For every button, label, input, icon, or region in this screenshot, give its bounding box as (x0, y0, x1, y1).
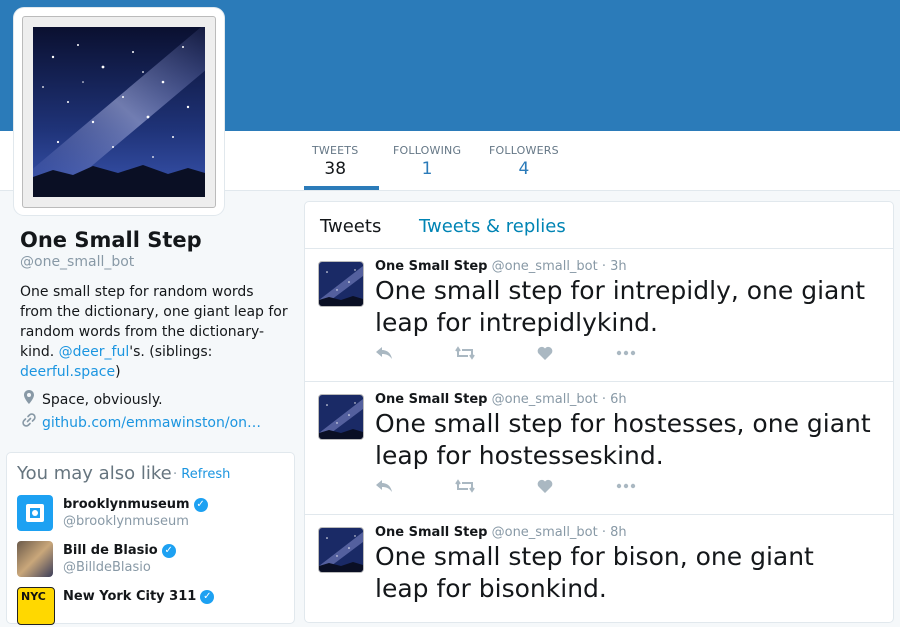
tweet-avatar[interactable] (318, 261, 364, 307)
stat-followers-label: FOLLOWERS (489, 144, 559, 157)
suggestion-item[interactable]: NYC New York City 311 ✓ (17, 587, 287, 627)
heart-icon[interactable] (537, 345, 553, 364)
tweet-author-handle[interactable]: @one_small_bot (492, 259, 598, 274)
profile-website: github.com/emmawinston/on… (22, 413, 261, 431)
tweet-timestamp[interactable]: · 3h (602, 259, 627, 274)
active-stat-indicator (304, 186, 379, 190)
link-icon (22, 413, 36, 431)
verified-badge-icon: ✓ (200, 590, 215, 604)
stat-tweets-value: 38 (324, 159, 347, 179)
timeline: Tweets Tweets & replies One Small Step @… (304, 201, 894, 623)
more-icon[interactable] (616, 345, 636, 364)
stat-following[interactable]: FOLLOWING 1 (393, 144, 461, 179)
verified-badge-icon: ✓ (161, 544, 176, 558)
location-pin-icon (22, 390, 36, 408)
location-text: Space, obviously. (42, 392, 163, 408)
suggestion-name[interactable]: Bill de Blasio ✓ (63, 543, 176, 558)
tweet-header: One Small Step @one_small_bot · 6h (375, 392, 627, 407)
brooklynmuseum-avatar (17, 495, 53, 531)
tweet-author-name[interactable]: One Small Step (375, 525, 487, 540)
retweet-icon[interactable] (455, 345, 475, 364)
nyc311-avatar: NYC (17, 587, 55, 625)
night-sky-icon (33, 27, 205, 197)
suggestion-item[interactable]: Bill de Blasio ✓ @BilldeBlasio (17, 541, 287, 581)
who-to-follow-title: You may also like (17, 463, 172, 484)
website-link[interactable]: github.com/emmawinston/on… (42, 415, 261, 431)
stat-followers-value: 4 (518, 159, 530, 179)
tweet-author-name[interactable]: One Small Step (375, 259, 487, 274)
profile-avatar[interactable] (14, 8, 224, 215)
refresh-label: Refresh (181, 467, 231, 482)
stat-tweets[interactable]: TWEETS 38 (312, 144, 358, 179)
profile-location: Space, obviously. (22, 390, 163, 408)
suggestion-handle: @brooklynmuseum (63, 514, 189, 529)
timeline-tabs: Tweets Tweets & replies (305, 202, 893, 249)
tweet[interactable]: One Small Step @one_small_bot · 6h One s… (305, 382, 893, 515)
tweet[interactable]: One Small Step @one_small_bot · 8h One s… (305, 515, 893, 622)
suggestion-item[interactable]: brooklynmuseum ✓ @brooklynmuseum (17, 495, 287, 535)
profile-handle[interactable]: @one_small_bot (20, 254, 290, 270)
verified-badge-icon: ✓ (193, 498, 208, 512)
bio-mention-link[interactable]: @deer_ful (59, 344, 130, 360)
tweet-avatar[interactable] (318, 527, 364, 573)
bio-site-link[interactable]: deerful.space (20, 364, 115, 380)
billdeblasio-avatar (17, 541, 53, 577)
profile-name[interactable]: One Small Step (20, 228, 290, 252)
tab-tweets[interactable]: Tweets (320, 216, 381, 237)
tweet-author-handle[interactable]: @one_small_bot (492, 392, 598, 407)
tweet-actions (375, 345, 675, 365)
who-to-follow-module: You may also like · Refresh brooklynmuse… (6, 452, 295, 627)
heart-icon[interactable] (537, 478, 553, 497)
tweet-actions (375, 478, 675, 498)
suggestion-name[interactable]: New York City 311 ✓ (63, 589, 215, 604)
retweet-icon[interactable] (455, 478, 475, 497)
reply-icon[interactable] (375, 478, 393, 497)
tweet-text: One small step for hostesses, one giant … (375, 409, 871, 470)
tweet-timestamp[interactable]: · 8h (602, 525, 627, 540)
tweet-header: One Small Step @one_small_bot · 3h (375, 259, 627, 274)
tweet-text: One small step for intrepidly, one giant… (375, 276, 866, 337)
tab-tweets-replies[interactable]: Tweets & replies (419, 216, 566, 237)
refresh-link[interactable]: · Refresh (173, 467, 230, 482)
profile-bio: One small step for random words from the… (20, 282, 290, 382)
tweet-author-handle[interactable]: @one_small_bot (492, 525, 598, 540)
stat-following-label: FOLLOWING (393, 144, 462, 157)
tweet-text: One small step for bison, one giant leap… (375, 542, 814, 603)
tweet-author-name[interactable]: One Small Step (375, 392, 487, 407)
stat-following-value: 1 (421, 159, 433, 179)
tweet[interactable]: One Small Step @one_small_bot · 3h One s… (305, 249, 893, 382)
suggestion-name[interactable]: brooklynmuseum ✓ (63, 497, 208, 512)
stat-tweets-label: TWEETS (312, 144, 359, 157)
nyc311-logo-text: NYC (21, 590, 46, 603)
avatar-image (22, 16, 216, 208)
tweet-avatar[interactable] (318, 394, 364, 440)
tweet-header: One Small Step @one_small_bot · 8h (375, 525, 627, 540)
tweet-timestamp[interactable]: · 6h (602, 392, 627, 407)
bio-text-middle: 's. (siblings: (129, 344, 213, 360)
suggestion-handle: @BilldeBlasio (63, 560, 151, 575)
bio-text-suffix: ) (115, 364, 121, 380)
profile-card: One Small Step @one_small_bot One small … (20, 228, 290, 382)
stat-followers[interactable]: FOLLOWERS 4 (489, 144, 559, 179)
reply-icon[interactable] (375, 345, 393, 364)
more-icon[interactable] (616, 478, 636, 497)
